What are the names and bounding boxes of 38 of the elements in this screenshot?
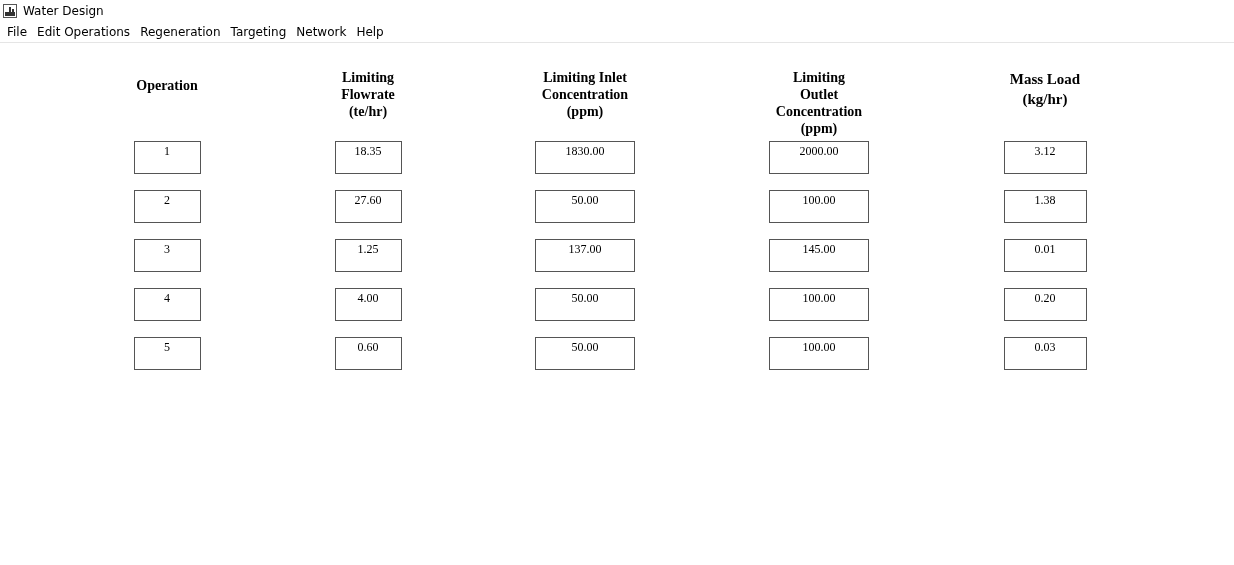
value-field[interactable]: 100.00 — [769, 190, 869, 223]
value-field[interactable]: 50.00 — [535, 190, 635, 223]
value-field[interactable]: 4.00 — [334, 288, 402, 321]
value-field[interactable]: 1.38 — [1003, 190, 1087, 223]
column-header: Mass Load (kg/hr) — [1009, 70, 1081, 109]
value-field[interactable]: 50.00 — [535, 337, 635, 370]
value-field[interactable]: 1830.00 — [535, 141, 635, 174]
value-field[interactable]: 0.60 — [334, 337, 402, 370]
value-field[interactable]: 3.12 — [1003, 141, 1087, 174]
value-field[interactable]: 50.00 — [535, 288, 635, 321]
value-field[interactable]: 4 — [133, 288, 201, 321]
column-header: Operation — [136, 77, 198, 95]
value-field[interactable]: 137.00 — [535, 239, 635, 272]
value-field[interactable]: 27.60 — [334, 190, 402, 223]
menu-item[interactable]: Targeting — [225, 25, 292, 39]
column-header: Limiting Inlet Concentration (ppm) — [541, 69, 629, 121]
menu-item[interactable]: Edit Operations — [32, 25, 136, 39]
menu-item[interactable]: Network — [291, 25, 352, 39]
value-field[interactable]: 2000.00 — [769, 141, 869, 174]
menu-item[interactable]: File — [2, 25, 33, 39]
value-field[interactable]: 3 — [133, 239, 201, 272]
value-field[interactable]: 0.03 — [1003, 337, 1087, 370]
menu-item[interactable]: Regeneration — [135, 25, 226, 39]
value-field[interactable]: 100.00 — [769, 337, 869, 370]
value-field[interactable]: 1.25 — [334, 239, 402, 272]
value-field[interactable]: 1 — [133, 141, 201, 174]
window-title: Water Design — [23, 4, 104, 18]
value-field[interactable]: 2 — [133, 190, 201, 223]
value-field[interactable]: 18.35 — [334, 141, 402, 174]
column-header: Limiting Outlet Concentration (ppm) — [775, 69, 863, 138]
value-field[interactable]: 5 — [133, 337, 201, 370]
value-field[interactable]: 145.00 — [769, 239, 869, 272]
value-field[interactable]: 0.01 — [1003, 239, 1087, 272]
column-header: Limiting Flowrate (te/hr) — [341, 69, 395, 121]
value-field[interactable]: 100.00 — [769, 288, 869, 321]
menu-item[interactable]: Help — [351, 25, 389, 39]
app-icon — [3, 4, 17, 18]
value-field[interactable]: 0.20 — [1003, 288, 1087, 321]
